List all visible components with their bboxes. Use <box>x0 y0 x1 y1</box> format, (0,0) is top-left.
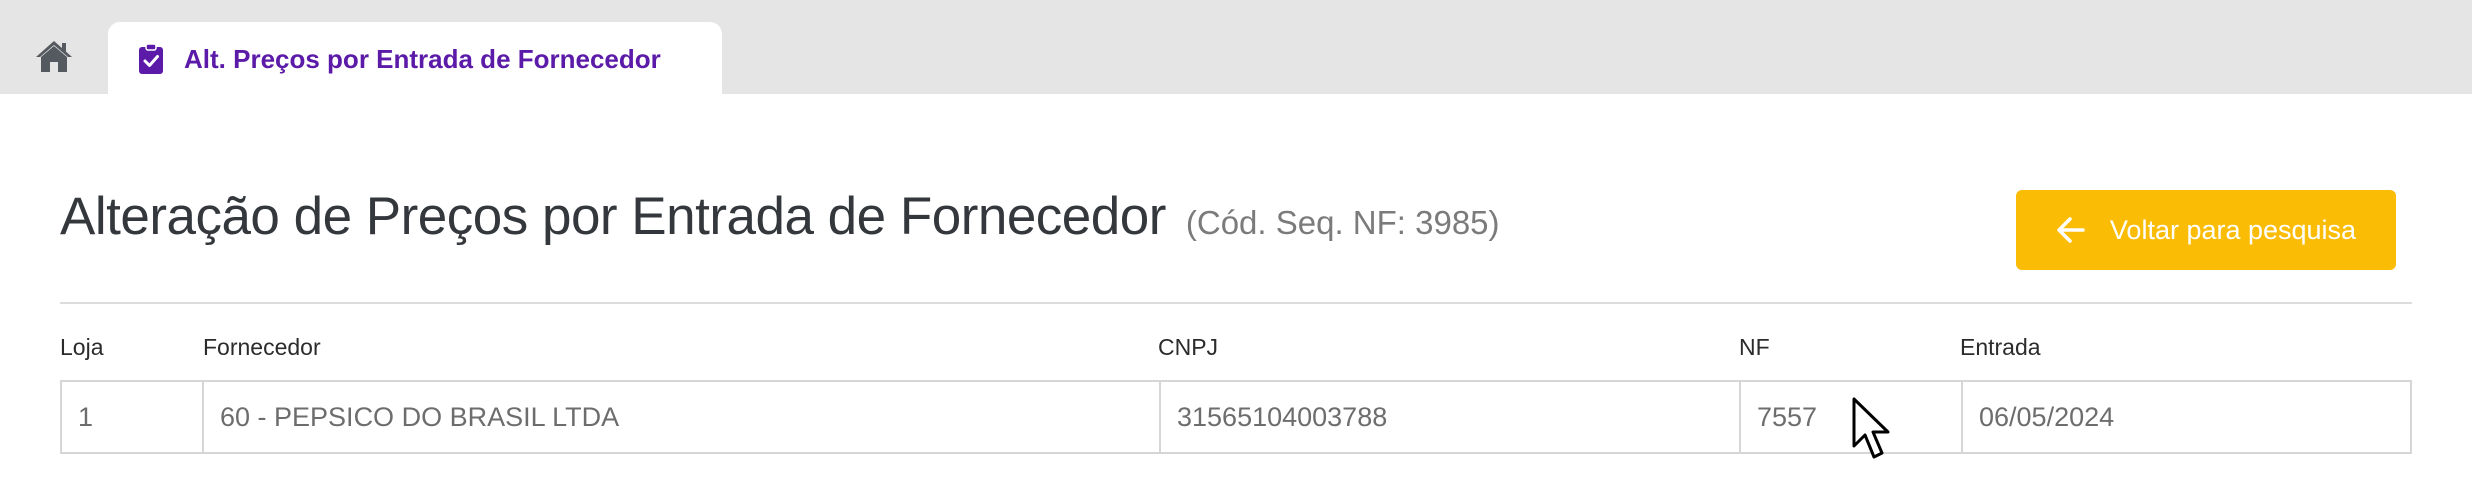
divider <box>60 302 2412 304</box>
column-header-entrada: Entrada <box>1960 334 2041 360</box>
cell-loja: 1 <box>62 382 204 452</box>
tab-alt-precos[interactable]: Alt. Preços por Entrada de Fornecedor <box>108 22 722 96</box>
cell-cnpj: 31565104003788 <box>1161 382 1741 452</box>
clipboard-check-icon <box>138 43 164 75</box>
page-title: Alteração de Preços por Entrada de Forne… <box>60 187 1166 246</box>
mouse-cursor-icon <box>1852 397 1890 459</box>
tab-label: Alt. Preços por Entrada de Fornecedor <box>184 43 661 74</box>
cell-entrada: 06/05/2024 <box>1979 401 2115 432</box>
column-header-loja: Loja <box>60 334 104 360</box>
home-icon <box>36 41 72 72</box>
column-header-fornecedor: Fornecedor <box>203 334 321 360</box>
page-header: Alteração de Preços por Entrada de Forne… <box>60 186 1500 247</box>
column-header-nf: NF <box>1739 334 1770 360</box>
back-to-search-button[interactable]: Voltar para pesquisa <box>2016 190 2396 270</box>
arrow-left-icon <box>2056 215 2086 245</box>
back-button-label: Voltar para pesquisa <box>2109 214 2357 245</box>
cell-fornecedor: 60 - PEPSICO DO BRASIL LTDA <box>204 382 1161 452</box>
home-button[interactable] <box>24 30 84 82</box>
column-header-cnpj: CNPJ <box>1158 334 1219 360</box>
page-subtitle: (Cód. Seq. NF: 3985) <box>1185 204 1500 241</box>
table-row: 1 60 - PEPSICO DO BRASIL LTDA 3156510400… <box>60 380 2412 454</box>
tab-bar: Alt. Preços por Entrada de Fornecedor <box>0 0 2472 96</box>
page: Alt. Preços por Entrada de Fornecedor Al… <box>0 0 2472 482</box>
